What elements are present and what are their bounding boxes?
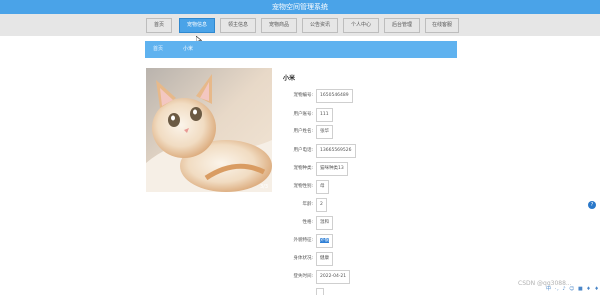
nav-pet-info[interactable]: 宠物信息 [179,18,215,33]
field-value-partial [316,288,324,295]
field-label: 年龄: [302,202,313,207]
app-title-bar: 宠物空间管理系统 [0,0,600,14]
field-value: 健康 [316,252,333,266]
field-appearance: 外貌特征: 外貌 [283,234,383,248]
field-pet-type: 宠物种类: 猫咪种类13 [283,162,383,176]
field-value: 猫咪种类13 [316,162,348,176]
field-label: 用户电话: [293,148,313,153]
field-value: 2022-04-21 [316,270,351,284]
nav-home[interactable]: 首页 [146,18,172,33]
selected-text: 外貌 [320,238,329,243]
field-label: 登失时间: [293,274,313,279]
field-value: 111 [316,108,333,122]
breadcrumb-current: 小米 [183,46,194,52]
field-user-name: 用户姓名: 张华 [283,125,383,139]
field-next [283,288,383,302]
field-label: 宠物种类: [293,166,313,171]
help-float-icon[interactable]: ? [588,201,596,209]
field-pet-id: 宠物编号: 1650546489 [283,89,383,103]
field-value: 张华 [316,125,333,139]
field-value: 母 [316,180,329,194]
nav-pet-goods[interactable]: 宠物商品 [261,18,297,33]
ime-toolbar[interactable]: 中 ·, ♪ ☺ ■ ♦ ♦ [546,285,600,292]
field-label: 用户姓名: [293,129,313,134]
field-user-account: 用户账号: 111 [283,108,383,122]
field-value: 外貌 [316,234,333,248]
main-nav: 首页 宠物信息 领主信息 宠物商品 公告资讯 个人中心 后台管理 在线客服 [0,14,600,36]
field-health: 身体状况: 健康 [283,252,383,266]
field-label: 性格: [302,220,313,225]
nav-admin[interactable]: 后台管理 [384,18,420,33]
nav-news[interactable]: 公告资讯 [302,18,338,33]
field-value: 温和 [316,216,333,230]
field-value: 2 [316,198,327,212]
nav-support[interactable]: 在线客服 [425,18,459,33]
field-age: 年龄: 2 [283,198,383,212]
cat-photo [146,68,272,192]
nav-profile[interactable]: 个人中心 [343,18,379,33]
field-lost-time: 登失时间: 2022-04-21 [283,270,383,284]
pet-name: 小米 [283,75,296,82]
pet-photo-carousel[interactable]: 3/3 [146,68,272,192]
field-user-phone: 用户电话: 13665569526 [283,144,383,158]
field-value: 1650546489 [316,89,353,103]
field-label: 宠物性别: [293,184,313,189]
field-value: 13665569526 [316,144,356,158]
field-label: 外貌特征: [293,238,313,243]
field-temperament: 性格: 温和 [283,216,383,230]
app-title: 宠物空间管理系统 [272,3,328,11]
field-pet-gender: 宠物性别: 母 [283,180,383,194]
nav-lord-info[interactable]: 领主信息 [220,18,256,33]
field-label: 宠物编号: [293,93,313,98]
field-label: 身体状况: [293,256,313,261]
breadcrumb-home[interactable]: 首页 [153,41,163,58]
photo-counter: 3/3 [259,184,268,190]
breadcrumb: 首页 小米 [145,41,457,58]
field-label: 用户账号: [293,112,313,117]
